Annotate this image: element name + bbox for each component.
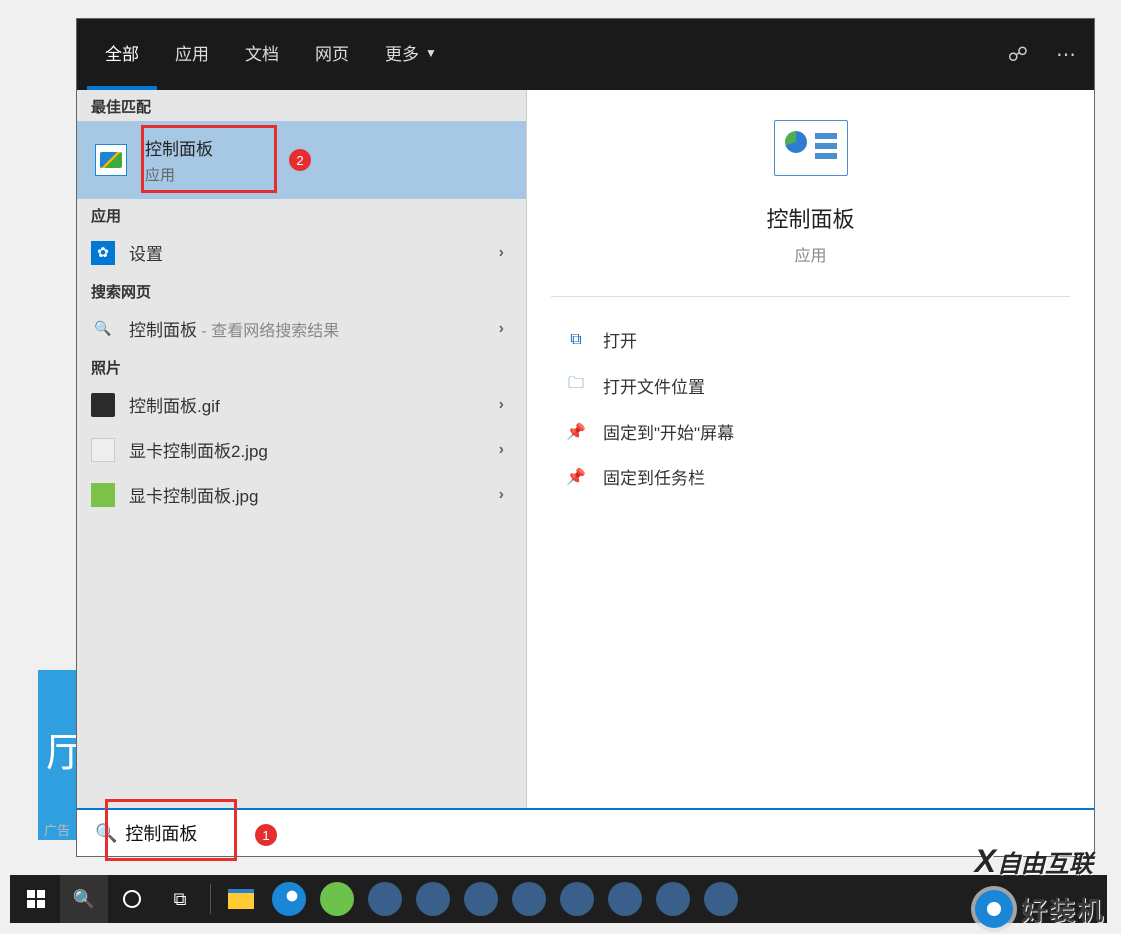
gear-icon: ✿: [91, 241, 115, 265]
action-label: 固定到"开始"屏幕: [603, 419, 734, 444]
result-best-match[interactable]: 控制面板 应用 2: [77, 121, 526, 199]
result-photo-jpg2[interactable]: 显卡控制面板2.jpg ›: [77, 427, 526, 472]
tab-docs[interactable]: 文档: [227, 19, 297, 90]
menubar: 全部 应用 文档 网页 更多▼ ☍ ⋯: [77, 19, 1094, 90]
section-apps: 应用: [77, 199, 526, 230]
tab-apps[interactable]: 应用: [157, 19, 227, 90]
open-icon: ⧉: [563, 331, 589, 349]
result-label: 设置: [129, 240, 163, 265]
preview-subtitle: 应用: [794, 242, 826, 266]
action-label: 固定到任务栏: [603, 464, 705, 489]
taskbar-app-3[interactable]: [457, 875, 505, 923]
folder-icon: 🗀: [563, 372, 589, 399]
taskbar-edge[interactable]: [265, 875, 313, 923]
annotation-badge-2: 2: [289, 149, 311, 171]
section-photos: 照片: [77, 351, 526, 382]
result-photo-gif[interactable]: 控制面板.gif ›: [77, 382, 526, 427]
task-view-button[interactable]: ⧉: [156, 875, 204, 923]
action-label: 打开文件位置: [603, 373, 705, 398]
annotation-badge-1: 1: [255, 824, 277, 846]
filter-tabs: 全部 应用 文档 网页 更多▼: [87, 19, 455, 90]
result-label: 控制面板.gif: [129, 392, 220, 417]
taskbar-app-1[interactable]: [361, 875, 409, 923]
image-icon: [91, 438, 115, 462]
start-button[interactable]: [12, 875, 60, 923]
preview-title: 控制面板: [766, 202, 854, 234]
result-settings[interactable]: ✿ 设置 ›: [77, 230, 526, 275]
chevron-right-icon: ›: [499, 320, 504, 338]
chevron-right-icon: ›: [499, 486, 504, 504]
tab-web[interactable]: 网页: [297, 19, 367, 90]
search-bar: 🔍 1: [77, 808, 1094, 856]
taskbar-app-2[interactable]: [409, 875, 457, 923]
result-label: 控制面板 - 查看网络搜索结果: [129, 316, 339, 341]
best-match-title: 控制面板: [145, 135, 213, 160]
image-icon: [91, 393, 115, 417]
chevron-right-icon: ›: [499, 244, 504, 262]
result-label: 显卡控制面板2.jpg: [129, 437, 268, 462]
section-web: 搜索网页: [77, 275, 526, 306]
taskbar-app-4[interactable]: [505, 875, 553, 923]
taskbar-360[interactable]: [313, 875, 361, 923]
taskbar-app-6[interactable]: [601, 875, 649, 923]
pin-icon: 📌: [563, 422, 589, 442]
preview-panel: 控制面板 应用 ⧉ 打开 🗀 打开文件位置 📌 固定到"开始"屏幕 📌: [527, 90, 1094, 808]
results-panel: 最佳匹配 控制面板 应用 2 应用 ✿ 设置 › 搜索网页 🔍 控制面板 - 查…: [77, 90, 527, 808]
chevron-right-icon: ›: [499, 441, 504, 459]
action-label: 打开: [603, 327, 637, 352]
search-window: 全部 应用 文档 网页 更多▼ ☍ ⋯ 最佳匹配 控制面板 应用 2 应用: [76, 18, 1095, 857]
taskbar-app-8[interactable]: [697, 875, 745, 923]
action-pin-taskbar[interactable]: 📌 固定到任务栏: [563, 454, 1058, 499]
result-photo-jpg[interactable]: 显卡控制面板.jpg ›: [77, 472, 526, 517]
more-options-icon[interactable]: ⋯: [1056, 42, 1076, 67]
search-icon: 🔍: [95, 823, 117, 844]
chevron-right-icon: ›: [499, 396, 504, 414]
action-open[interactable]: ⧉ 打开: [563, 317, 1058, 362]
control-panel-icon: [95, 144, 127, 176]
taskbar-separator: [210, 884, 211, 914]
background-tile: 厅: [38, 670, 80, 840]
result-web-search[interactable]: 🔍 控制面板 - 查看网络搜索结果 ›: [77, 306, 526, 351]
feedback-icon[interactable]: ☍: [1008, 42, 1028, 67]
action-pin-start[interactable]: 📌 固定到"开始"屏幕: [563, 409, 1058, 454]
taskbar-app-5[interactable]: [553, 875, 601, 923]
taskbar-app-7[interactable]: [649, 875, 697, 923]
best-match-subtitle: 应用: [145, 164, 213, 185]
taskbar-file-explorer[interactable]: [217, 875, 265, 923]
tab-all[interactable]: 全部: [87, 19, 157, 90]
cortana-button[interactable]: [108, 875, 156, 923]
pin-icon: 📌: [563, 467, 589, 487]
section-best-match: 最佳匹配: [77, 90, 526, 121]
search-icon: 🔍: [91, 317, 115, 341]
action-open-location[interactable]: 🗀 打开文件位置: [563, 362, 1058, 409]
result-label: 显卡控制面板.jpg: [129, 482, 258, 507]
control-panel-large-icon: [774, 120, 848, 176]
taskbar: 🔍 ⧉: [10, 875, 1107, 923]
taskbar-search-button[interactable]: 🔍: [60, 875, 108, 923]
tab-more[interactable]: 更多▼: [367, 19, 455, 90]
ad-label: 广告: [44, 820, 70, 839]
image-icon: [91, 483, 115, 507]
chevron-down-icon: ▼: [425, 46, 437, 60]
